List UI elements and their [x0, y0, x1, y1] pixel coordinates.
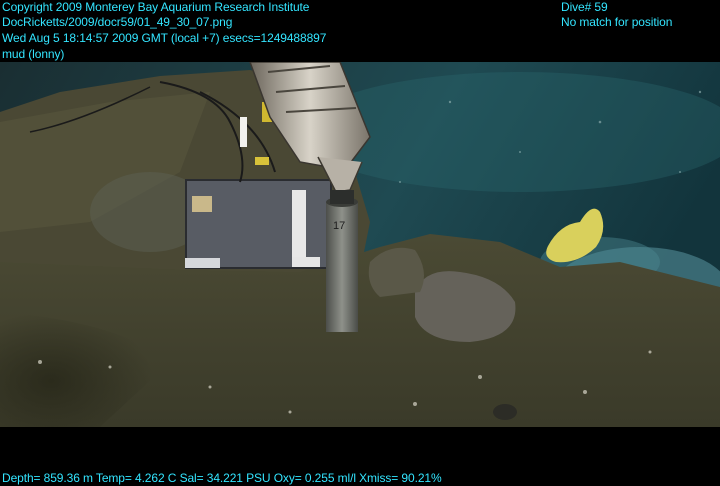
video-frame: Copyright 2009 Monterey Bay Aquarium Res…	[0, 0, 720, 486]
image-filename: DocRicketts/2009/docr59/01_49_30_07.png	[2, 15, 233, 29]
white-bracket	[292, 190, 306, 265]
dark-stone	[493, 404, 517, 420]
annotation-text: mud (lonny)	[2, 47, 65, 61]
white-bracket-foot	[292, 257, 320, 267]
timestamp-text: Wed Aug 5 18:14:57 2009 GMT (local +7) e…	[2, 31, 327, 45]
core-tube-label: 17	[333, 220, 346, 232]
box-label	[192, 196, 212, 212]
core-handle	[330, 190, 354, 204]
connector-white	[240, 117, 247, 147]
seafloor-scene: 17	[0, 62, 720, 427]
connector-yellow	[255, 157, 269, 165]
telemetry-readout: Depth= 859.36 m Temp= 4.262 C Sal= 34.22…	[2, 471, 442, 485]
instrument-box	[185, 179, 332, 269]
box-foot	[185, 258, 220, 268]
dive-number: Dive# 59	[561, 0, 608, 14]
copyright-text: Copyright 2009 Monterey Bay Aquarium Res…	[2, 0, 310, 14]
position-status: No match for position	[561, 15, 673, 29]
seafloor-illustration	[0, 62, 720, 427]
